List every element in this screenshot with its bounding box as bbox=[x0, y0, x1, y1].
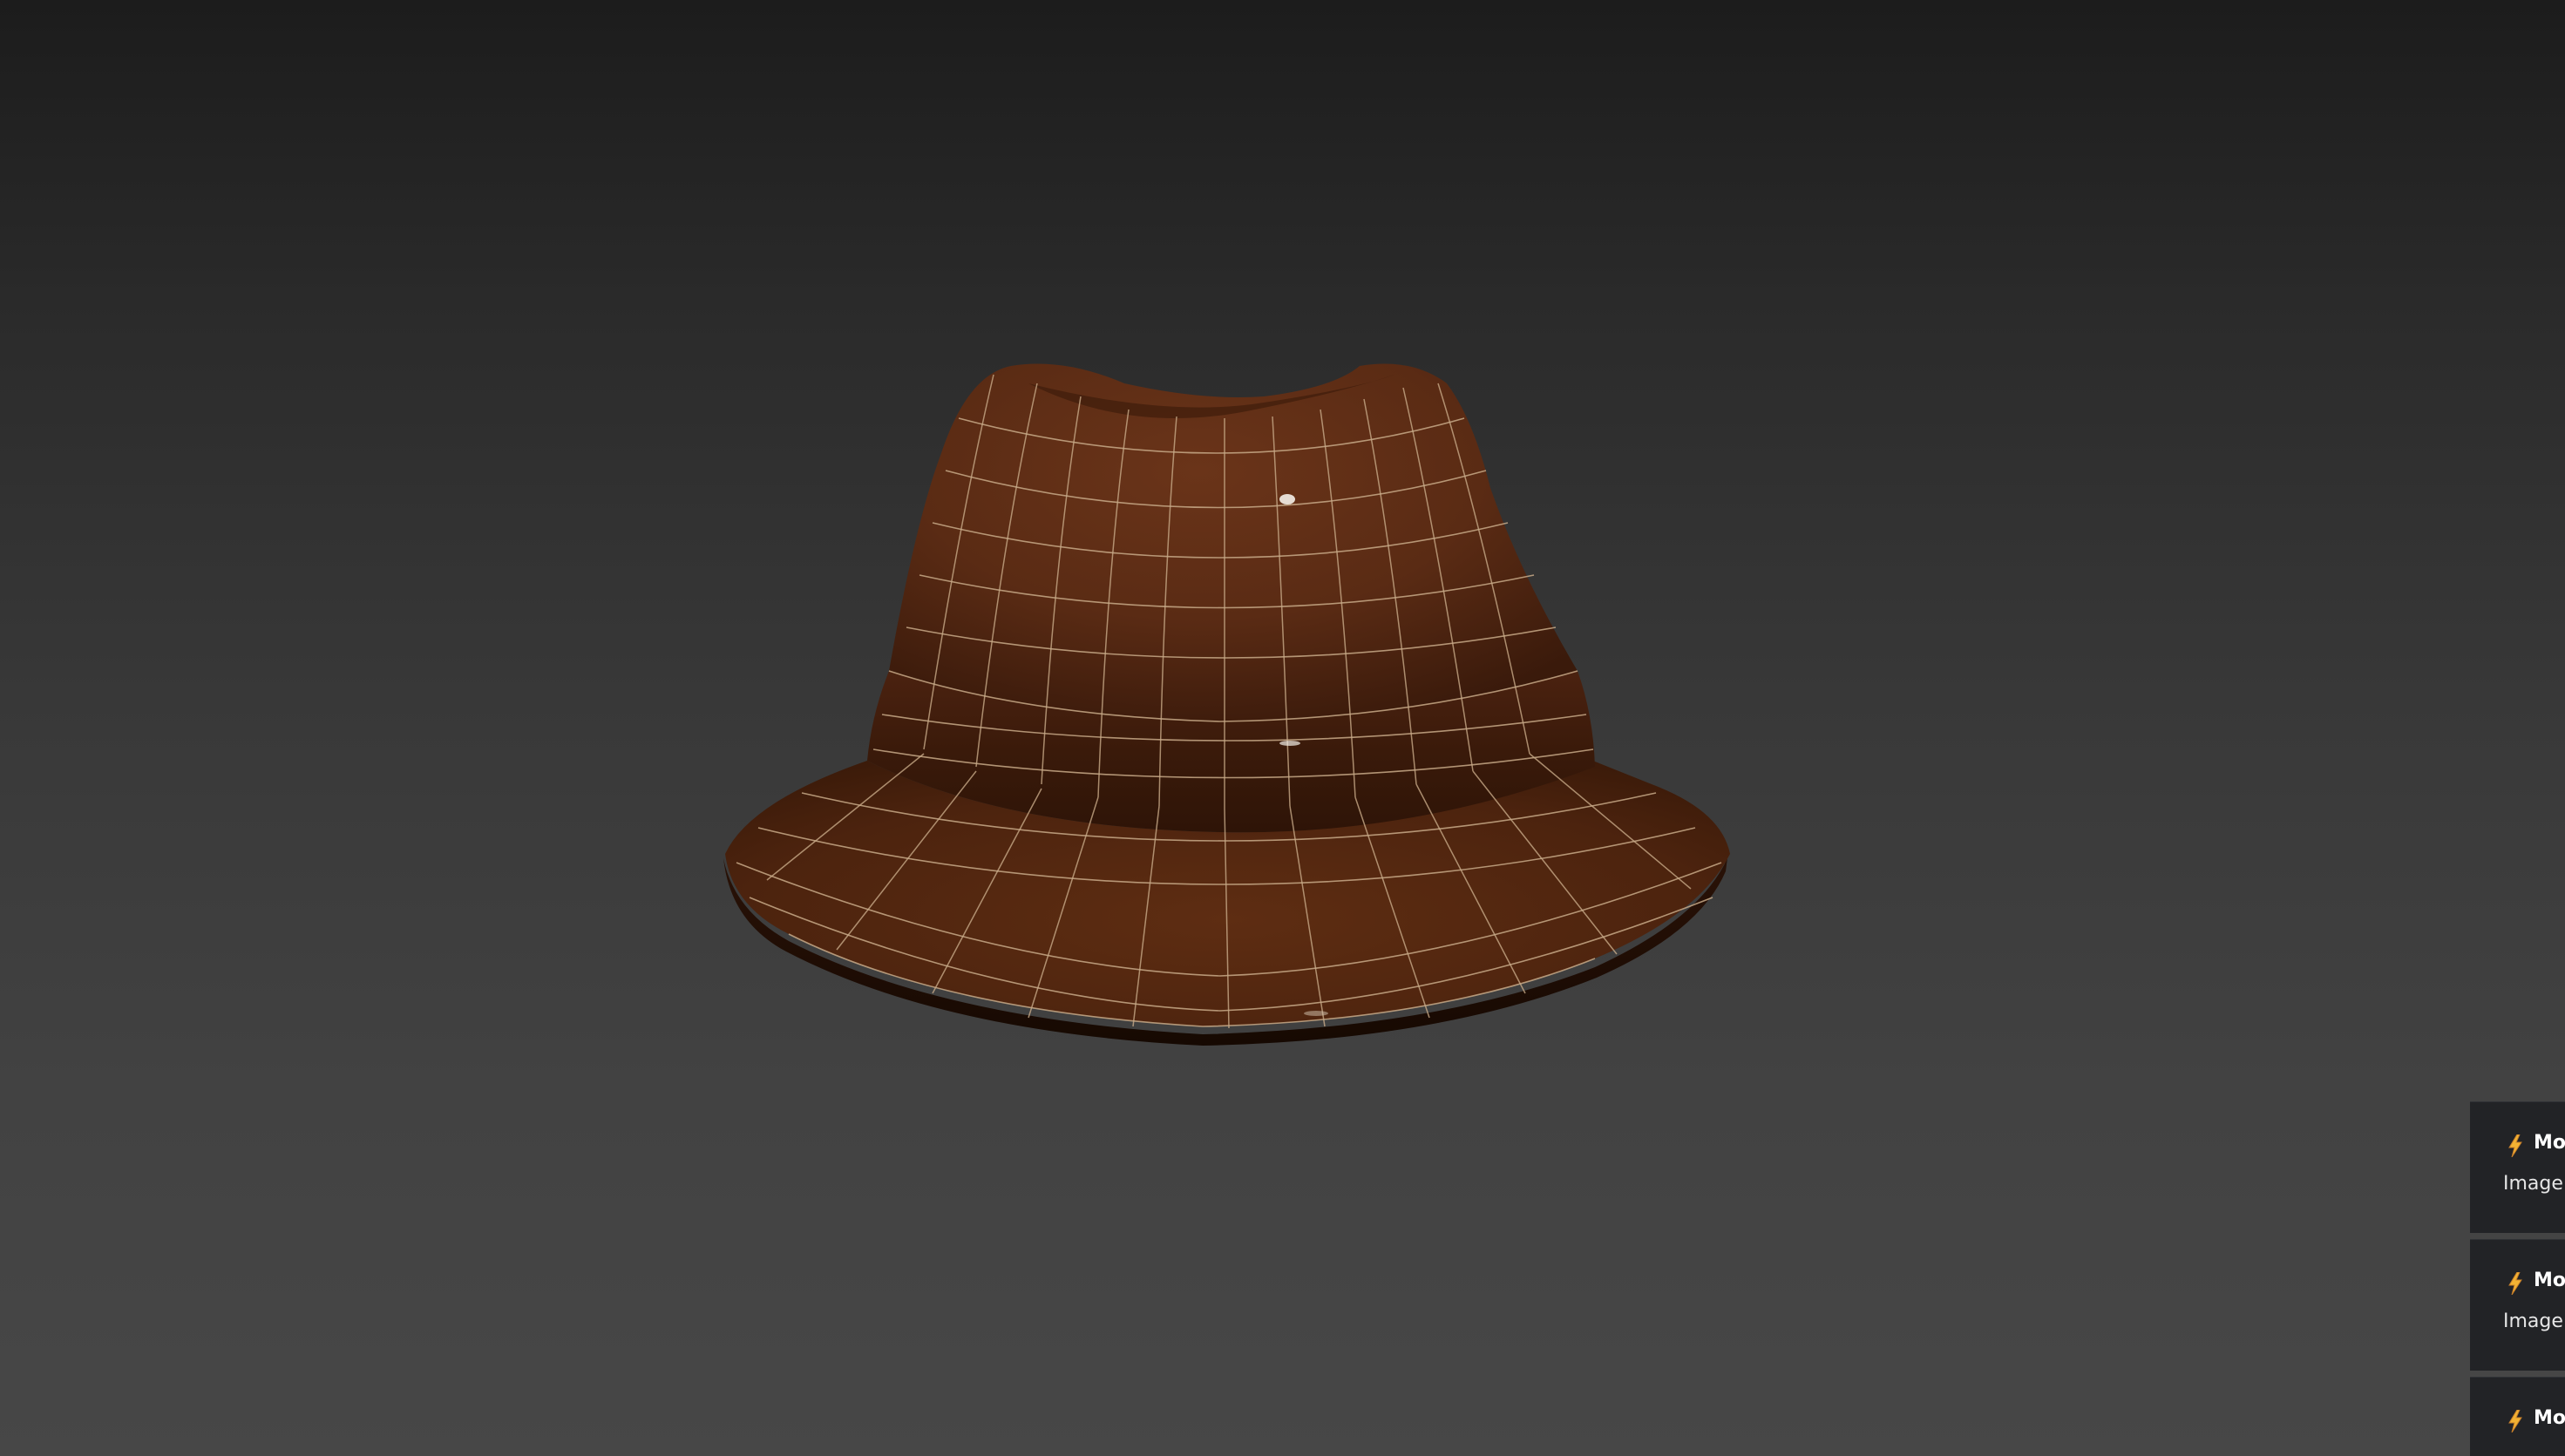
hat-crown bbox=[889, 363, 1578, 721]
notification-toast[interactable]: Mo Image c bbox=[2470, 1239, 2565, 1371]
lightning-icon bbox=[2507, 1272, 2523, 1295]
notification-toast[interactable]: Mo bbox=[2470, 1377, 2565, 1456]
notification-title: Mo bbox=[2534, 1132, 2565, 1154]
3d-viewport[interactable]: Mo Image c Mo Image c Mo bbox=[0, 0, 2565, 1456]
notification-title: Mo bbox=[2534, 1407, 2565, 1429]
notification-body: Image c bbox=[2503, 1173, 2565, 1195]
lightning-icon bbox=[2507, 1410, 2523, 1432]
notification-title: Mo bbox=[2534, 1270, 2565, 1291]
notification-stack: Mo Image c Mo Image c Mo bbox=[2470, 1101, 2565, 1456]
notification-body: Image c bbox=[2503, 1310, 2565, 1332]
lightning-icon bbox=[2507, 1134, 2523, 1157]
notification-toast[interactable]: Mo Image c bbox=[2470, 1101, 2565, 1233]
hat-model[interactable] bbox=[0, 0, 2565, 1456]
